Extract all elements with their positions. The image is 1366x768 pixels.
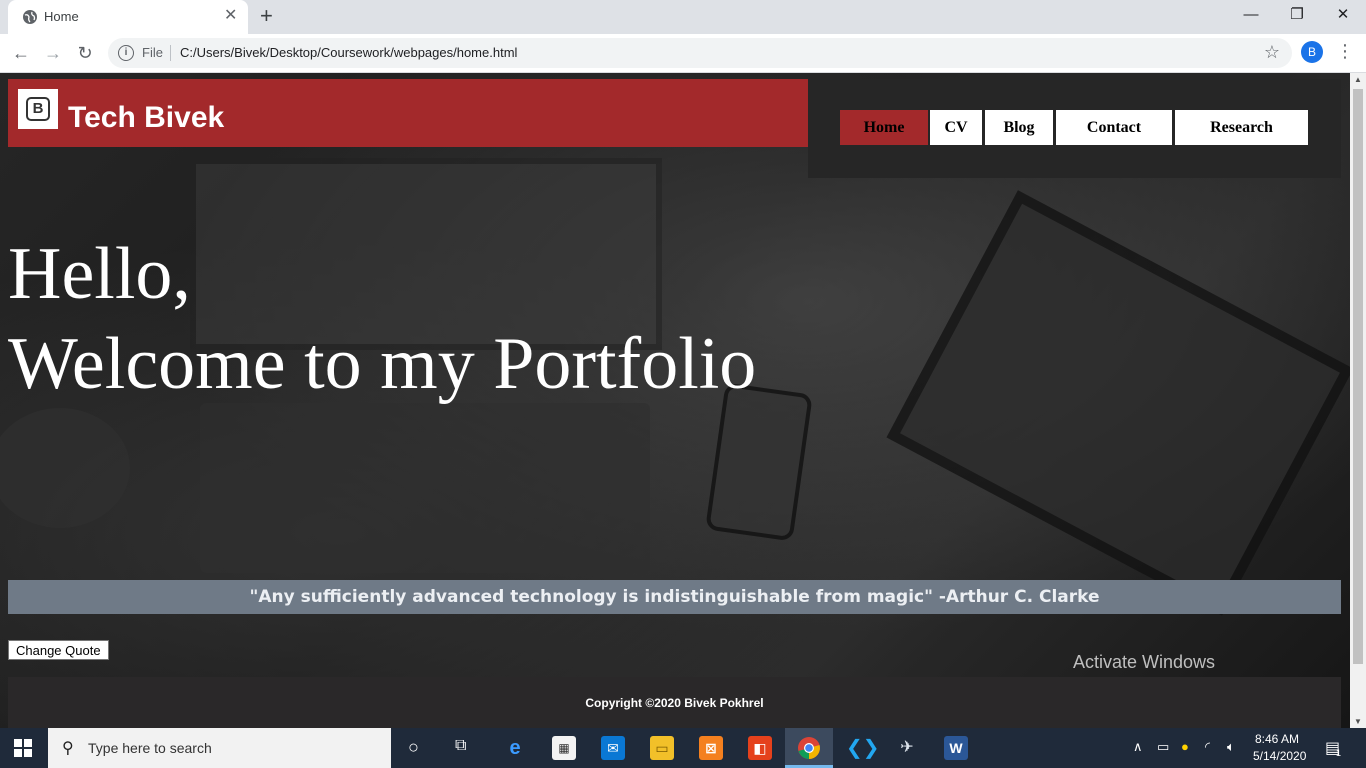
cortana-icon[interactable]: ○: [408, 737, 419, 758]
xampp-icon[interactable]: ⊠: [699, 736, 723, 760]
nav-contact[interactable]: Contact: [1056, 110, 1172, 145]
clock-time: 8:46 AM: [1254, 732, 1300, 746]
hero-line-1: Hello,: [8, 233, 191, 315]
quote-text: "Any sufficiently advanced technology is…: [249, 587, 1100, 607]
tab-title: Home: [44, 9, 79, 24]
word-icon[interactable]: W: [944, 736, 968, 760]
site-title: Tech Bivek: [68, 101, 225, 134]
new-tab-button[interactable]: +: [260, 5, 273, 27]
activate-title: Activate Windows: [1073, 652, 1216, 672]
bookmark-star-icon[interactable]: ☆: [1264, 42, 1280, 63]
scroll-thumb[interactable]: [1353, 89, 1363, 664]
chrome-icon[interactable]: [797, 736, 821, 760]
background-tablet: [886, 190, 1350, 616]
browser-tab-home[interactable]: Home ✕: [8, 0, 248, 34]
site-logo: B: [18, 89, 58, 129]
scroll-down-icon[interactable]: ▼: [1354, 717, 1362, 726]
file-explorer-icon[interactable]: ▭: [650, 736, 674, 760]
page-viewport: B Tech Bivek Home CV Blog Contact Resear…: [0, 73, 1350, 728]
tray-chevron-icon[interactable]: ∧: [1133, 739, 1143, 755]
globe-icon: [23, 10, 37, 24]
url-text[interactable]: C:/Users/Bivek/Desktop/Coursework/webpag…: [180, 45, 517, 60]
profile-avatar[interactable]: B: [1301, 41, 1323, 63]
hero-heading: Hello, Welcome to my Portfolio: [8, 229, 756, 409]
background-coffee-cup: [0, 408, 130, 528]
wifi-icon[interactable]: ◜: [1205, 739, 1210, 755]
task-view-icon[interactable]: ⧉: [455, 737, 466, 755]
nav-research[interactable]: Research: [1175, 110, 1308, 145]
restore-button[interactable]: ❐: [1274, 0, 1320, 30]
hero-line-2: Welcome to my Portfolio: [8, 323, 757, 405]
browser-toolbar: ← → ↻ i File C:/Users/Bivek/Desktop/Cour…: [0, 34, 1366, 73]
info-icon[interactable]: i: [118, 45, 134, 61]
site-footer: Copyright ©2020 Bivek Pokhrel: [8, 677, 1341, 728]
notification-count: 1: [1336, 748, 1342, 758]
quote-banner: "Any sufficiently advanced technology is…: [8, 580, 1341, 614]
store-icon[interactable]: ▦: [552, 736, 576, 760]
windows-start-icon[interactable]: [14, 739, 32, 757]
background-keyboard: [200, 403, 650, 573]
mail-icon[interactable]: ✉: [601, 736, 625, 760]
site-header-brand: B Tech Bivek: [8, 79, 808, 147]
browser-menu-icon[interactable]: ⋮: [1336, 40, 1354, 62]
windows-taskbar: ⚲ Type here to search ○ ⧉ e ▦ ✉ ▭ ⊠ ◧ ❮❯…: [0, 728, 1366, 768]
tab-close-icon[interactable]: ✕: [224, 8, 237, 24]
tray-app-icon[interactable]: ●: [1181, 739, 1189, 754]
volume-icon[interactable]: 🔈︎: [1227, 739, 1235, 755]
scroll-up-icon[interactable]: ▲: [1354, 75, 1362, 84]
search-icon: ⚲: [62, 740, 74, 757]
clock-date: 5/14/2020: [1253, 749, 1307, 763]
forward-button[interactable]: →: [42, 42, 64, 64]
app-bird-icon[interactable]: ✈: [895, 736, 919, 760]
edge-icon[interactable]: e: [503, 736, 527, 760]
close-window-button[interactable]: ✕: [1320, 0, 1366, 30]
change-quote-button[interactable]: Change Quote: [8, 640, 109, 660]
omnibox-divider: [170, 45, 171, 61]
site-nav: Home CV Blog Contact Research: [808, 79, 1341, 178]
taskbar-search-box[interactable]: ⚲ Type here to search: [48, 728, 391, 768]
battery-icon[interactable]: ▭: [1157, 739, 1169, 755]
taskbar-clock[interactable]: 8:46 AM 5/14/2020: [1253, 731, 1307, 765]
nav-home[interactable]: Home: [840, 110, 928, 145]
logo-letter: B: [26, 97, 50, 121]
vscode-icon[interactable]: ❮❯: [846, 736, 880, 760]
file-label: File: [142, 45, 163, 60]
office-icon[interactable]: ◧: [748, 736, 772, 760]
address-bar[interactable]: i File C:/Users/Bivek/Desktop/Coursework…: [108, 38, 1292, 68]
footer-copyright: Copyright ©2020 Bivek Pokhrel: [585, 696, 764, 710]
back-button[interactable]: ←: [10, 42, 32, 64]
nav-blog[interactable]: Blog: [985, 110, 1053, 145]
taskbar-search-placeholder: Type here to search: [88, 740, 212, 756]
page-scrollbar[interactable]: ▲ ▼: [1350, 73, 1366, 728]
browser-tab-strip: Home ✕ + — ❐ ✕: [0, 0, 1366, 34]
minimize-button[interactable]: —: [1228, 0, 1274, 30]
reload-button[interactable]: ↻: [74, 42, 96, 64]
nav-cv[interactable]: CV: [930, 110, 982, 145]
